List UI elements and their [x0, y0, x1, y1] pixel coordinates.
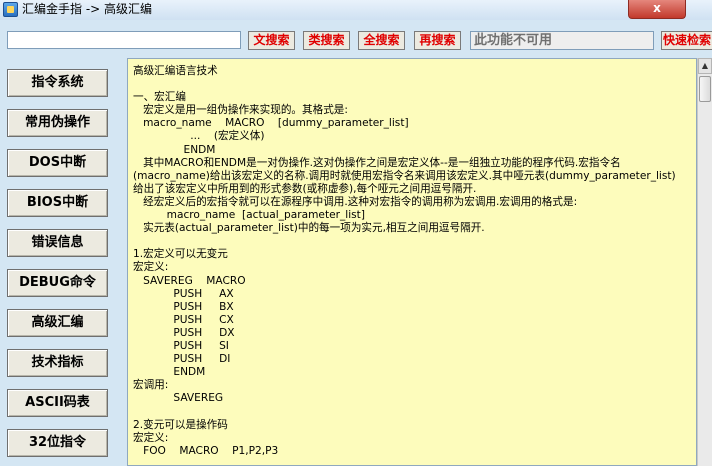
search-again-button[interactable]: 再搜索	[414, 31, 461, 50]
app-icon	[3, 2, 18, 17]
sidebar-item-advanced-assembly[interactable]: 高级汇编	[7, 309, 108, 337]
sidebar-item-bios-interrupts[interactable]: BIOS中断	[7, 189, 108, 217]
search-toolbar: 文搜索 类搜索 全搜索 再搜索 此功能不可用 快速检索	[0, 20, 712, 54]
quick-search-button[interactable]: 快速检索	[661, 31, 712, 50]
sidebar-item-debug-commands[interactable]: DEBUG命令	[7, 269, 108, 297]
window-title: 汇编金手指 -> 高级汇编	[22, 2, 153, 16]
close-button[interactable]: x	[628, 0, 686, 19]
scroll-thumb[interactable]	[699, 76, 711, 102]
sidebar-item-instruction-set[interactable]: 指令系统	[7, 69, 108, 97]
sidebar-item-error-info[interactable]: 错误信息	[7, 229, 108, 257]
sidebar: 指令系统 常用伪操作 DOS中断 BIOS中断 错误信息 DEBUG命令 高级汇…	[0, 54, 122, 466]
full-search-button[interactable]: 全搜索	[358, 31, 405, 50]
title-bar: 汇编金手指 -> 高级汇编 x	[0, 0, 712, 21]
content-text: 高级汇编语言技术 一、宏汇编 宏定义是用一组伪操作来实现的。其格式是: macr…	[133, 65, 676, 457]
scroll-up-arrow-icon[interactable]: ▲	[698, 58, 712, 74]
content-text-area[interactable]: 高级汇编语言技术 一、宏汇编 宏定义是用一组伪操作来实现的。其格式是: macr…	[127, 58, 697, 466]
disabled-feature-field: 此功能不可用	[470, 31, 654, 50]
sidebar-item-32bit-instructions[interactable]: 32位指令	[7, 429, 108, 457]
sidebar-item-dos-interrupts[interactable]: DOS中断	[7, 149, 108, 177]
sidebar-item-tech-specs[interactable]: 技术指标	[7, 349, 108, 377]
category-search-button[interactable]: 类搜索	[303, 31, 350, 50]
text-search-button[interactable]: 文搜索	[248, 31, 295, 50]
search-input[interactable]	[7, 31, 241, 49]
sidebar-item-ascii-table[interactable]: ASCII码表	[7, 389, 108, 417]
sidebar-item-pseudo-ops[interactable]: 常用伪操作	[7, 109, 108, 137]
vertical-scrollbar[interactable]: ▲	[697, 58, 712, 466]
